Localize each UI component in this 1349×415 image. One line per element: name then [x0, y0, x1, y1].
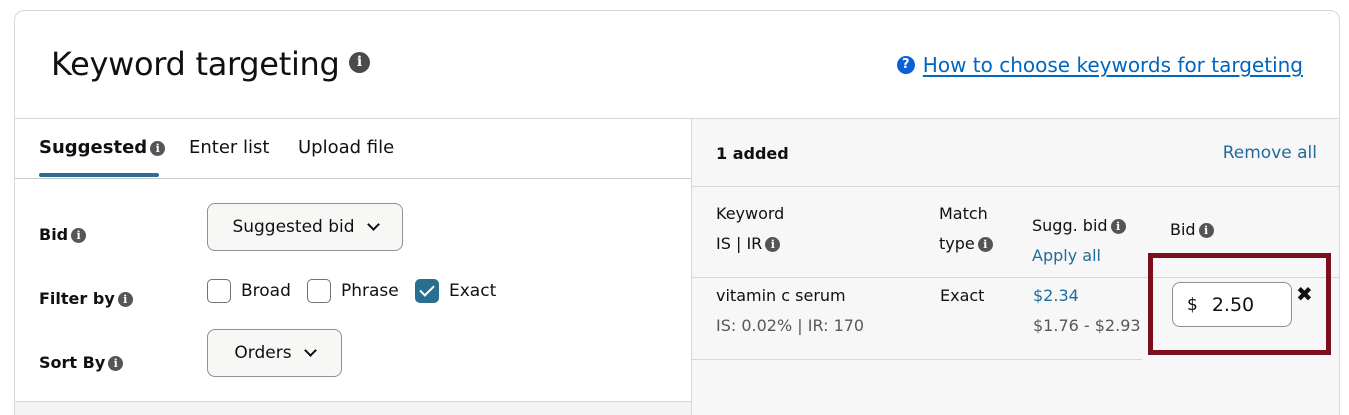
col-keyword-sub: IS | IR: [716, 234, 763, 253]
tab-label: Upload file: [298, 137, 395, 158]
help-link-group[interactable]: ? How to choose keywords for targeting: [896, 53, 1303, 77]
added-count: 1 added: [716, 144, 789, 163]
broad-label: Broad: [241, 281, 291, 301]
apply-all-link[interactable]: Apply all: [1032, 241, 1126, 271]
table-row: vitamin c serum IS: 0.02% | IR: 170: [716, 281, 864, 341]
chevron-down-icon: [303, 344, 317, 357]
info-icon[interactable]: i: [1198, 223, 1214, 238]
filter-exact[interactable]: Exact: [415, 279, 496, 303]
added-bar: 1 added Remove all: [692, 119, 1339, 187]
filter-by-label: Filter by i: [39, 289, 133, 308]
sort-dropdown-value: Orders: [234, 343, 292, 363]
phrase-label: Phrase: [341, 281, 399, 301]
highlight-box: [1148, 253, 1331, 355]
info-icon[interactable]: i: [349, 52, 370, 73]
info-icon[interactable]: i: [71, 228, 87, 243]
col-match-type: Match type i: [939, 199, 993, 259]
filter-broad[interactable]: Broad: [207, 279, 291, 303]
keyword-targeting-card: Keyword targeting i ? How to choose keyw…: [14, 10, 1340, 415]
info-icon[interactable]: i: [765, 237, 781, 252]
card-header: Keyword targeting i ? How to choose keyw…: [15, 11, 1339, 119]
bid-dropdown[interactable]: Suggested bid: [207, 203, 403, 251]
tab-label: Suggested: [39, 137, 148, 158]
row-sugg-bid: $2.34 $1.76 - $2.93: [1033, 281, 1141, 341]
sort-dropdown[interactable]: Orders: [207, 329, 342, 377]
question-icon: ?: [896, 56, 915, 74]
broad-checkbox[interactable]: [207, 279, 231, 303]
row-divider: [692, 359, 1142, 360]
left-footer: [15, 401, 691, 415]
col-sugg-bid: Sugg. bid i Apply all: [1032, 211, 1126, 271]
tab-suggested[interactable]: Suggested i: [39, 137, 166, 158]
col-bid-label: Bid: [1170, 220, 1196, 239]
exact-checkbox[interactable]: [415, 279, 439, 303]
info-icon[interactable]: i: [117, 292, 133, 307]
info-icon[interactable]: i: [150, 140, 166, 156]
phrase-checkbox[interactable]: [307, 279, 331, 303]
info-icon[interactable]: i: [108, 356, 124, 371]
col-keyword: Keyword IS | IR i: [716, 199, 784, 259]
sort-label-text: Sort By: [39, 353, 106, 372]
bid-label: Bid i: [39, 225, 87, 244]
filter-phrase[interactable]: Phrase: [307, 279, 399, 303]
tab-bar: Suggested i Enter list Upload file: [15, 119, 691, 179]
col-bid: Bid i: [1170, 215, 1214, 245]
col-match-label: Match: [939, 204, 988, 223]
tab-enter-list[interactable]: Enter list: [189, 137, 269, 158]
row-sugg-bid-value[interactable]: $2.34: [1033, 281, 1141, 311]
info-icon[interactable]: i: [977, 237, 993, 252]
exact-label: Exact: [449, 281, 497, 301]
sort-by-label: Sort By i: [39, 353, 124, 372]
row-match-type: Exact: [940, 286, 985, 305]
chevron-down-icon: [366, 218, 380, 231]
tab-label: Enter list: [189, 137, 270, 158]
row-keyword: vitamin c serum: [716, 286, 846, 305]
active-tab-indicator: [39, 173, 159, 177]
remove-all-link[interactable]: Remove all: [1223, 143, 1317, 163]
row-sugg-bid-range: $1.76 - $2.93: [1033, 316, 1141, 335]
added-keywords-pane: 1 added Remove all Keyword IS | IR i Matc…: [691, 119, 1339, 415]
filter-label-text: Filter by: [39, 289, 115, 308]
bid-label-text: Bid: [39, 225, 69, 244]
tab-upload-file[interactable]: Upload file: [298, 137, 394, 158]
bid-dropdown-value: Suggested bid: [232, 217, 355, 237]
col-match-label-2: type: [939, 234, 975, 253]
row-stats: IS: 0.02% | IR: 170: [716, 316, 865, 335]
col-sugg-bid-label: Sugg. bid: [1032, 216, 1108, 235]
help-link[interactable]: How to choose keywords for targeting: [923, 53, 1303, 77]
col-keyword-label: Keyword: [716, 204, 785, 223]
keyword-source-pane: Suggested i Enter list Upload file Bid i S…: [15, 119, 691, 415]
info-icon[interactable]: i: [1110, 219, 1126, 234]
page-title: Keyword targeting: [51, 45, 340, 83]
